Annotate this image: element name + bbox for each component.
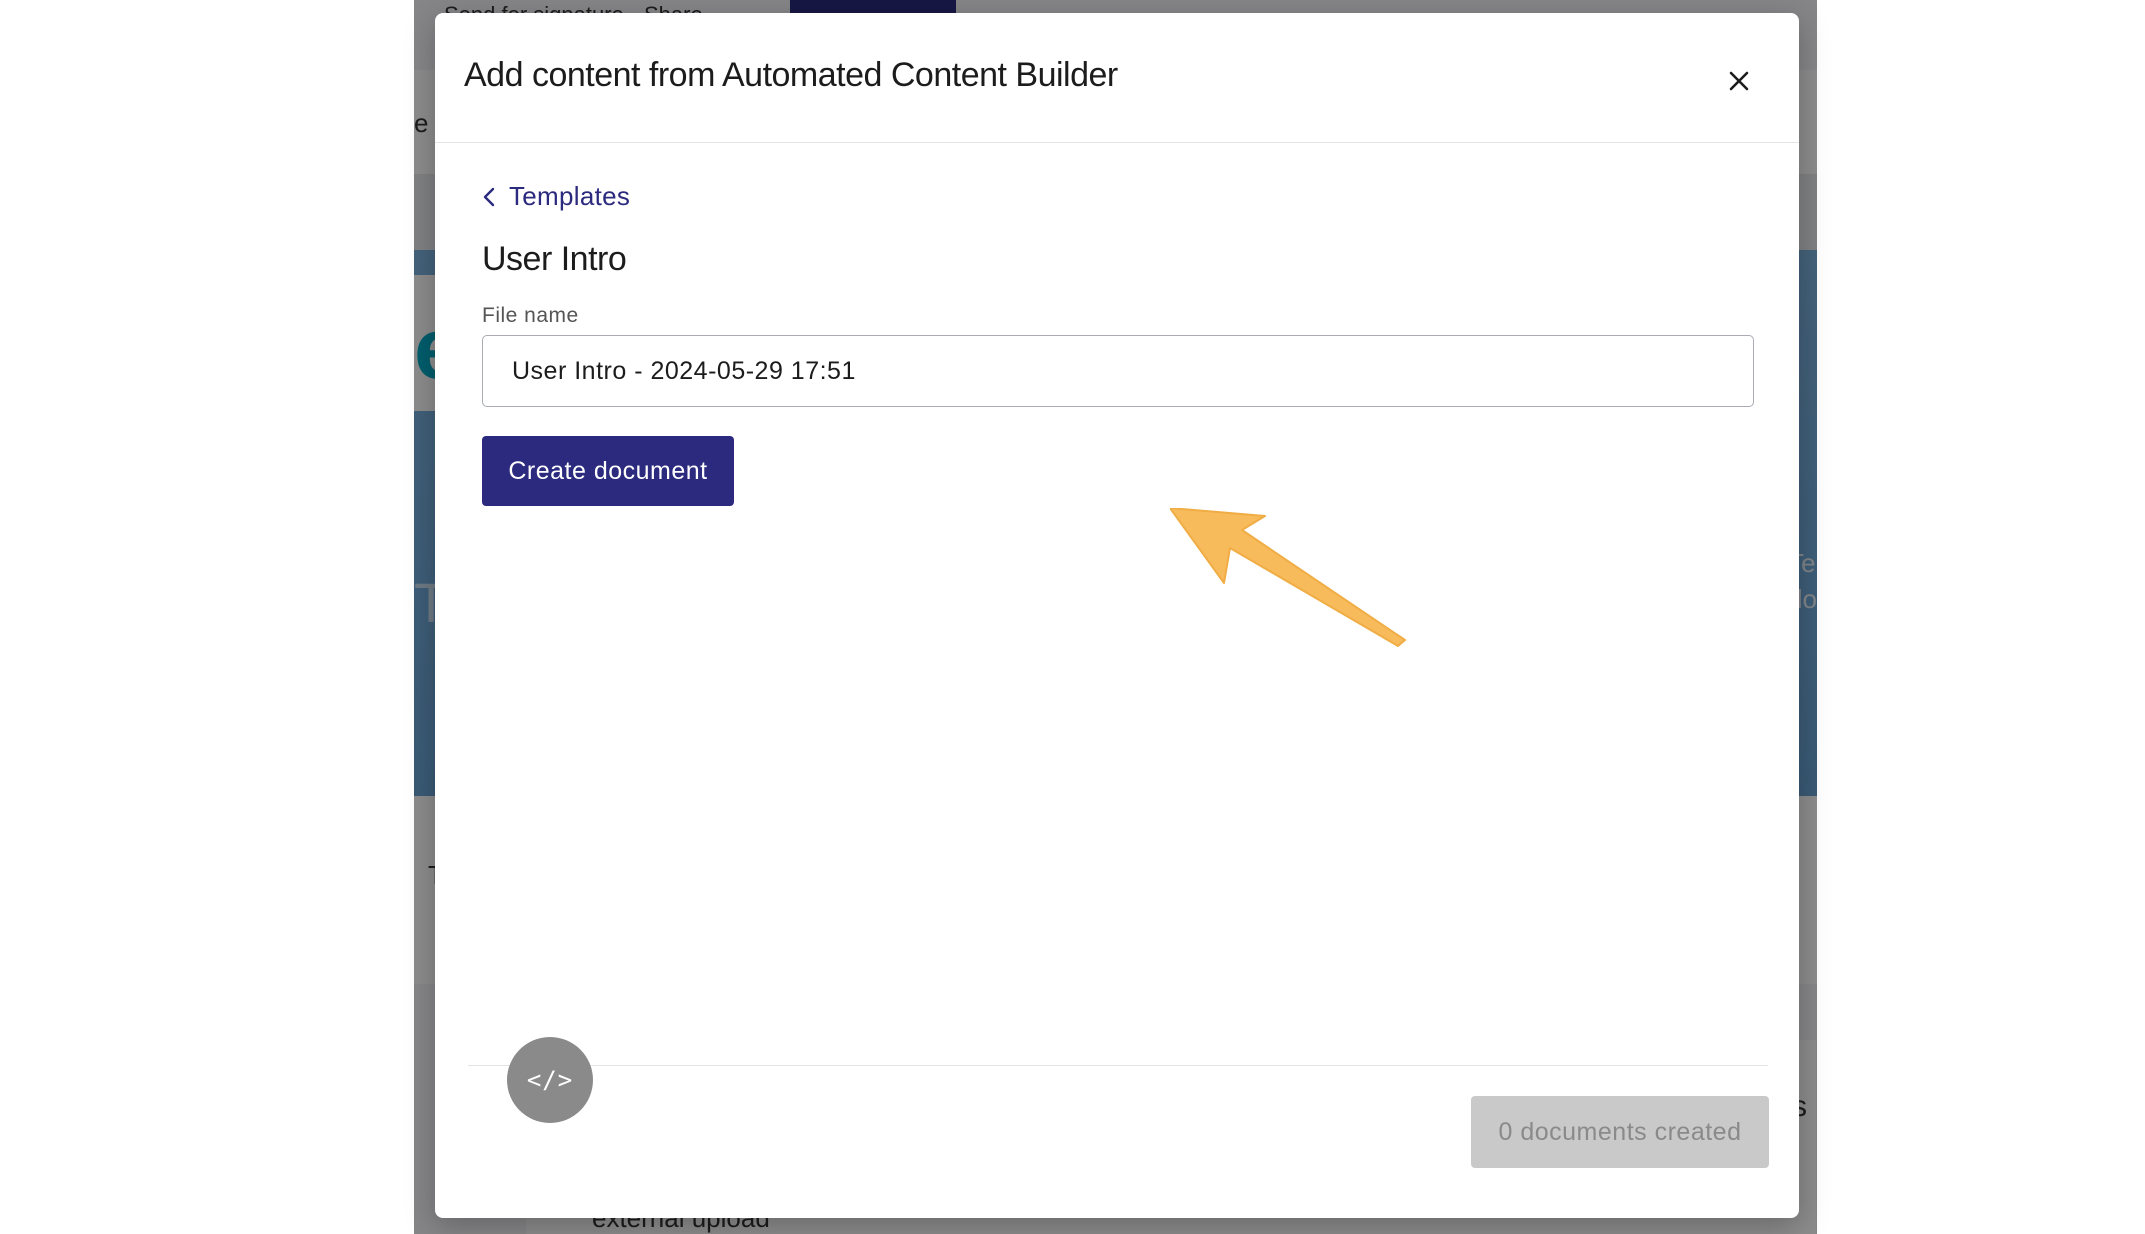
back-to-templates-link[interactable]: Templates [483, 181, 630, 212]
template-name-heading: User Intro [482, 240, 627, 278]
close-icon [1729, 71, 1749, 91]
annotation-arrow-icon [1170, 508, 1406, 647]
file-name-input[interactable] [482, 335, 1754, 407]
code-icon: </> [526, 1066, 574, 1094]
footer-divider [468, 1065, 1768, 1066]
create-document-button[interactable]: Create document [482, 436, 734, 506]
modal-title: Add content from Automated Content Build… [464, 56, 1118, 94]
content-builder-modal: Add content from Automated Content Build… [435, 13, 1799, 1218]
documents-created-button[interactable]: 0 documents created [1471, 1096, 1769, 1168]
chevron-left-icon [483, 187, 495, 206]
close-button[interactable] [1721, 63, 1757, 99]
back-link-label: Templates [509, 181, 631, 211]
code-view-button[interactable]: </> [507, 1037, 593, 1123]
file-name-label: File name [482, 304, 579, 327]
modal-header: Add content from Automated Content Build… [435, 13, 1799, 143]
